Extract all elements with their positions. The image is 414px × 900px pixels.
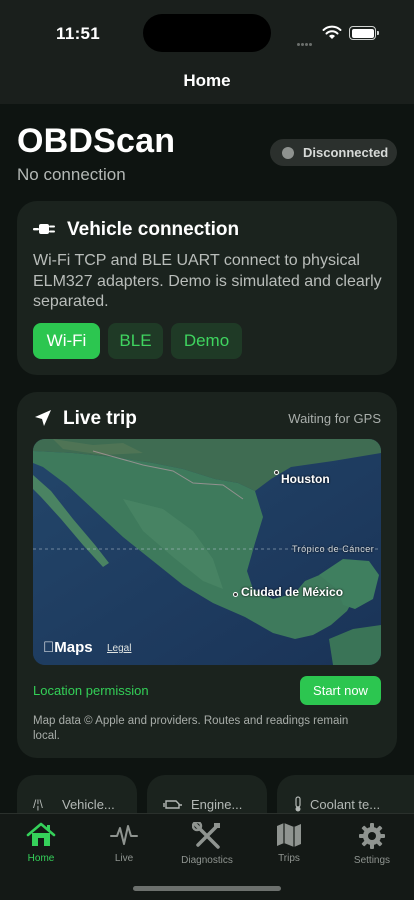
trip-map[interactable]: Houston Trópico de Cáncer Ciudad de Méxi… <box>33 439 381 665</box>
start-trip-button[interactable]: Start now <box>300 676 381 705</box>
live-trip-card: Live trip Waiting for GPS Houston Trópic… <box>17 392 397 758</box>
demo-button[interactable]: Demo <box>171 323 242 359</box>
vehicle-connection-description: Wi-Fi TCP and BLE UART connect to physic… <box>33 252 382 310</box>
ble-button[interactable]: BLE <box>108 323 163 359</box>
tab-live[interactable]: Live <box>83 822 165 864</box>
nav-title: Home <box>183 71 231 90</box>
map-label-mexico-city: Ciudad de México <box>241 585 344 599</box>
apple-maps-logo: Maps <box>43 639 93 656</box>
maps-logo-text: Maps <box>43 639 92 656</box>
gauge-label-coolant: Coolant te... <box>310 797 381 812</box>
tab-label-trips: Trips <box>278 853 300 864</box>
connection-status-label: Disconnected <box>303 145 389 160</box>
speed-icon: /¦\ <box>33 797 43 811</box>
wifi-icon <box>322 25 342 39</box>
dynamic-island <box>143 14 271 52</box>
navigation-bar: Home <box>0 64 414 104</box>
waveform-icon <box>110 825 138 845</box>
vehicle-connection-title: Vehicle connection <box>67 219 240 240</box>
connection-status-badge: Disconnected <box>270 139 397 166</box>
connection-mode-buttons: Wi-Fi BLE Demo <box>33 323 242 359</box>
tab-diagnostics[interactable]: Diagnostics <box>166 822 248 866</box>
houston-marker <box>274 470 279 475</box>
home-icon <box>26 822 56 846</box>
map-label-houston: Houston <box>281 472 330 486</box>
map-credit-text: Map data © Apple and providers. Routes a… <box>33 715 349 742</box>
maps-legal-link[interactable]: Legal <box>107 643 131 654</box>
tab-trips[interactable]: Trips <box>248 822 330 864</box>
tab-label-live: Live <box>114 853 134 864</box>
tab-label-diagnostics: Diagnostics <box>181 855 233 866</box>
tab-settings[interactable]: Settings <box>331 822 413 866</box>
map-icon <box>277 823 301 847</box>
gauge-label-vehicle: Vehicle... <box>62 797 115 812</box>
engine-icon <box>163 800 182 809</box>
live-trip-title: Live trip <box>63 408 137 429</box>
app-title: OBDScan <box>17 122 176 160</box>
gauge-label-engine: Engine... <box>191 797 243 812</box>
tab-label-home: Home <box>27 853 55 864</box>
location-permission-link[interactable]: Location permission <box>33 683 149 698</box>
mexico-city-marker <box>233 592 238 597</box>
home-indicator <box>133 886 281 891</box>
tab-label-settings: Settings <box>353 855 391 866</box>
connection-subtitle: No connection <box>17 165 126 184</box>
status-bar: 11:51 <box>0 0 414 64</box>
status-dot-icon <box>282 146 294 159</box>
vehicle-connection-card: Vehicle connection Wi-Fi TCP and BLE UAR… <box>17 201 397 375</box>
wifi-button[interactable]: Wi-Fi <box>33 323 100 359</box>
gps-status: Waiting for GPS <box>288 411 381 426</box>
cellular-signal-icon <box>297 33 317 46</box>
location-arrow-icon <box>35 410 51 426</box>
tab-home[interactable]: Home <box>0 822 82 864</box>
wrench-screwdriver-icon <box>192 822 220 849</box>
status-time: 11:51 <box>56 24 101 43</box>
map-label-tropic: Trópico de Cáncer <box>292 544 375 554</box>
battery-icon <box>349 26 379 40</box>
gear-icon <box>359 823 385 849</box>
thermometer-icon <box>295 796 301 812</box>
plug-icon <box>33 224 55 234</box>
